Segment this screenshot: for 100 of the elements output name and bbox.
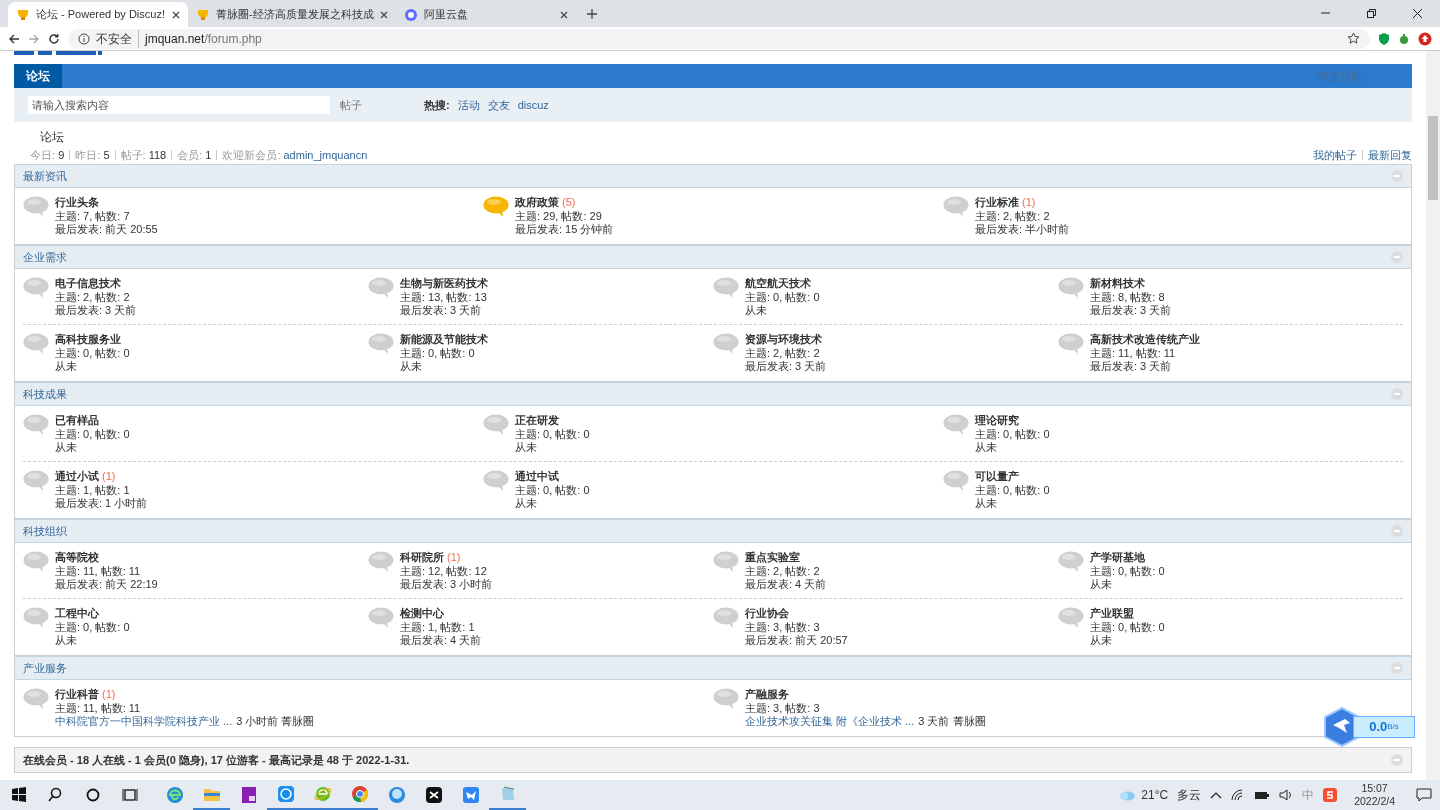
forum-link[interactable]: 新能源及节能技术 [400, 333, 488, 345]
hot-search-link[interactable]: 交友 [487, 96, 510, 114]
reload-icon[interactable] [48, 32, 60, 45]
info-icon [78, 32, 90, 45]
section-title[interactable]: 产业服务 [23, 659, 67, 677]
member-link[interactable]: admin_jmquancn [283, 146, 368, 164]
forum-link[interactable]: 重点实验室 [745, 551, 800, 563]
forum-link[interactable]: 产融服务 [745, 688, 789, 700]
forum-link[interactable]: 通过中试 [515, 470, 559, 482]
forum-link[interactable]: 行业科普 [55, 688, 99, 700]
welcome-label: 欢迎新会员: [222, 147, 281, 163]
section-title[interactable]: 科技组织 [23, 522, 67, 540]
forum-stats: 主题: 11, 帖数: 11 [55, 564, 142, 578]
close-icon[interactable] [1411, 8, 1423, 19]
forum-link[interactable]: 产业联盟 [1090, 607, 1134, 619]
last-post-text: 从未 [515, 497, 538, 511]
browser-tab[interactable]: 论坛 - Powered by Discuz! [8, 2, 188, 27]
forum-link[interactable]: 检测中心 [400, 607, 444, 619]
last-post-text: 最后发表: 3 天前 [1090, 304, 1172, 318]
scrollbar[interactable] [1426, 51, 1440, 780]
speaker-icon[interactable] [1279, 789, 1294, 801]
forum-stats: 主题: 0, 帖数: 0 [1090, 620, 1165, 634]
forum-link[interactable]: 行业标准 [975, 196, 1019, 208]
ime-icon[interactable] [1323, 788, 1338, 802]
new-post-count: (1) [102, 470, 116, 482]
forum-link[interactable]: 正在研发 [515, 414, 559, 426]
app-icon [387, 786, 406, 804]
notification-icon[interactable] [1416, 788, 1432, 802]
browser-icon [313, 785, 332, 803]
shield-icon[interactable] [1378, 32, 1390, 45]
back-icon[interactable] [8, 32, 20, 45]
clock-text[interactable]: 15:07 2022/2/4 [1354, 782, 1395, 808]
forum-link[interactable]: 高等院校 [55, 551, 99, 563]
url-text[interactable]: jmquan.net/forum.php [138, 29, 262, 48]
app-icon [424, 786, 443, 804]
forum-link[interactable]: 政府政策 [515, 196, 559, 208]
browser-tab[interactable]: 阿里云盘 [395, 2, 576, 27]
battery-icon[interactable] [1254, 790, 1271, 800]
forum-link[interactable]: 航空航天技术 [745, 277, 811, 289]
forum-link[interactable]: 高新技术改造传统产业 [1090, 333, 1200, 345]
forum-link[interactable]: 科研院所 [400, 551, 444, 563]
star-icon[interactable] [1347, 32, 1360, 45]
forum-link[interactable]: 资源与环境技术 [745, 333, 822, 345]
browser-tab[interactable]: 菁脉圈-经济高质量发展之科技成 [188, 2, 396, 27]
last-post-text: 从未 [55, 360, 78, 374]
new-post-count: (5) [562, 196, 576, 208]
forum-link[interactable]: 理论研究 [975, 414, 1019, 426]
nav-tab[interactable]: 论坛 [14, 64, 62, 88]
last-post-text: 最后发表: 前天 22:19 [55, 578, 158, 592]
last-post-text: 最后发表: 3 天前 [745, 360, 827, 374]
new-post-count: (1) [447, 551, 461, 563]
forum-link[interactable]: 已有样品 [55, 414, 99, 426]
windows-icon [9, 786, 28, 804]
forum-link[interactable]: 电子信息技术 [55, 277, 121, 289]
last-post-text: 最后发表: 3 小时前 [400, 578, 493, 592]
user-link[interactable]: 我的帖子 [1313, 146, 1357, 164]
forum-link[interactable]: 可以量产 [975, 470, 1019, 482]
last-post-text: 最后发表: 前天 20:57 [745, 634, 848, 648]
search-field[interactable]: 请输入搜索内容 [28, 96, 330, 114]
forum-link[interactable]: 产学研基地 [1090, 551, 1145, 563]
forum-link[interactable]: 行业头条 [55, 196, 99, 208]
forum-link[interactable]: 新材料技术 [1090, 277, 1145, 289]
close-icon[interactable] [172, 10, 180, 19]
close-icon[interactable] [379, 10, 388, 19]
hot-search-link[interactable]: discuz [517, 96, 549, 114]
upload-icon[interactable] [1418, 31, 1432, 46]
cloud-icon [1118, 789, 1137, 801]
forum-link[interactable]: 行业协会 [745, 607, 789, 619]
section-title[interactable]: 企业需求 [23, 248, 67, 266]
search-scope[interactable]: 帖子 [340, 96, 362, 114]
close-icon[interactable] [559, 10, 568, 19]
forum-link[interactable]: 通过小试 [55, 470, 99, 482]
user-link[interactable]: 最新回复 [1368, 146, 1412, 164]
last-post-link[interactable]: 企业技术攻关征集 附《企业技术 ... [745, 715, 915, 729]
forum-link[interactable]: 工程中心 [55, 607, 99, 619]
new-post-count: (1) [1022, 196, 1036, 208]
last-post-link[interactable]: 中科院官方一中国科学院科技产业 ... [55, 715, 233, 729]
forum-stats: 主题: 0, 帖数: 0 [975, 427, 1050, 441]
chrome-icon [350, 785, 369, 803]
forum-link[interactable]: 高科技服务业 [55, 333, 121, 345]
last-post-text: 从未 [55, 634, 78, 648]
app-icon [239, 786, 258, 804]
section-title[interactable]: 科技成果 [23, 385, 67, 403]
address-bar[interactable]: 不安全 jmquan.net/forum.php [68, 28, 1370, 49]
browser-icon [165, 786, 184, 804]
weather-text: 多云 [1177, 787, 1202, 804]
extension-icon[interactable] [1398, 32, 1410, 45]
chevron-up-icon[interactable] [1210, 791, 1223, 799]
forum-stats: 主题: 0, 帖数: 0 [55, 346, 130, 360]
task-view-icon [120, 786, 139, 804]
last-post-text: 从未 [1090, 634, 1113, 648]
hot-search-link[interactable]: 活动 [457, 96, 480, 114]
last-post-text: 最后发表: 15 分钟前 [515, 223, 614, 237]
stat-text: 今日: 9 [30, 147, 65, 163]
forum-link[interactable]: 生物与新医药技术 [400, 277, 488, 289]
forum-stats: 主题: 2, 帖数: 2 [975, 209, 1051, 223]
new-tab-icon[interactable] [585, 8, 598, 20]
restore-icon[interactable] [1365, 8, 1377, 19]
breadcrumb-link[interactable]: 论坛 [14, 122, 1412, 146]
section-title[interactable]: 最新资讯 [23, 167, 67, 185]
